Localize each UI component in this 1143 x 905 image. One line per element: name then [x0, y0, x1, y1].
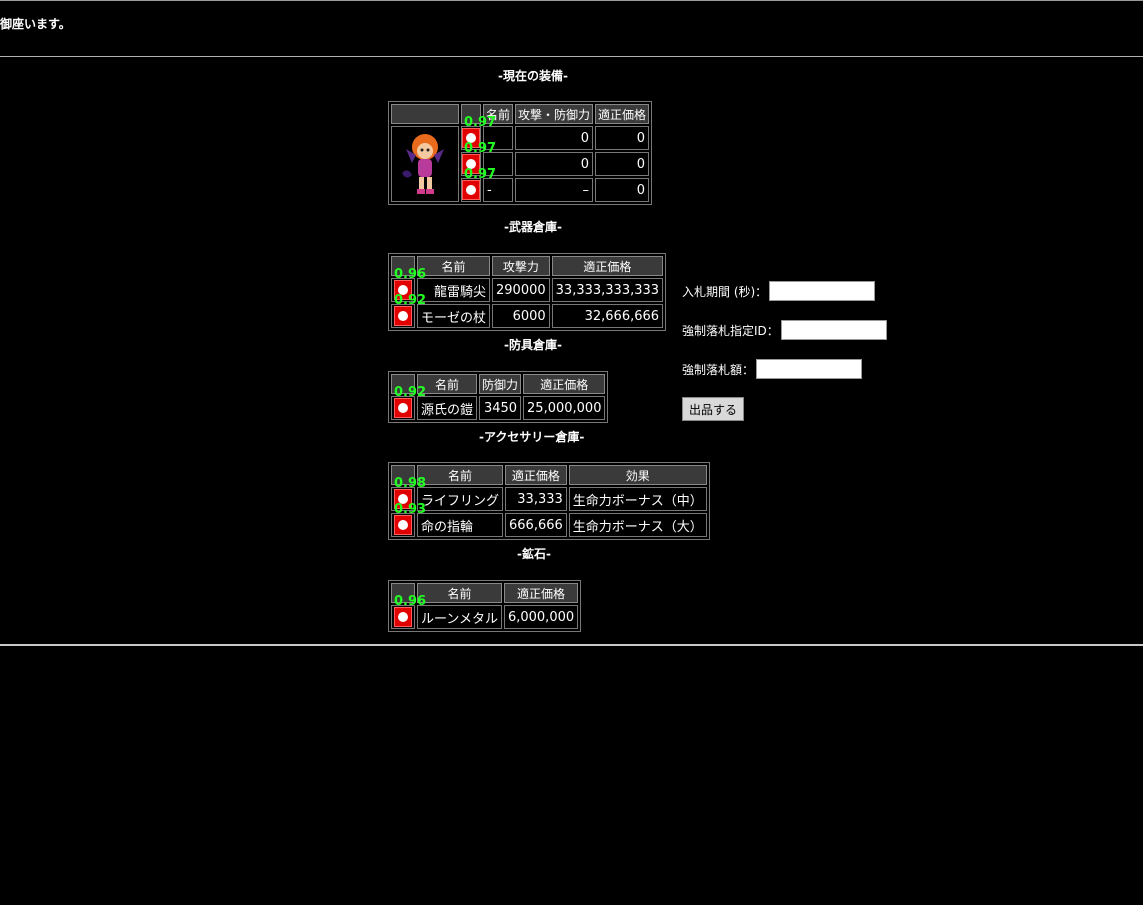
equip-power: 0: [515, 126, 594, 150]
col-price: 適正価格: [523, 374, 606, 394]
equip-price: 0: [595, 126, 650, 150]
armor-select-cell: 0.92: [391, 386, 426, 420]
col-price: 適正価格: [505, 465, 567, 485]
armor-price: 25,000,000: [523, 396, 606, 420]
equip-power: –: [515, 178, 594, 202]
col-power: 攻撃・防御力: [515, 104, 594, 124]
top-border: [0, 0, 1143, 1]
weapon-power: 290000: [492, 278, 550, 302]
separator-top: [0, 56, 1143, 57]
accessory-name: 命の指輪: [417, 513, 504, 537]
forced-amount-label: 強制落札額：: [682, 362, 755, 377]
equip-price: 0: [595, 178, 650, 202]
equip-price: 0: [595, 152, 650, 176]
col-name: 名前: [417, 583, 502, 603]
table-row: 0.93 命の指輪 666,666 生命力ボーナス（大）: [391, 503, 707, 537]
avatar-header: [391, 104, 459, 124]
accessory-radio-2[interactable]: [394, 515, 412, 535]
table-row: 0.96 龍雷騎尖 290000 33,333,333,333: [391, 268, 664, 302]
list-item-button[interactable]: 出品する: [682, 397, 745, 421]
character-sprite-icon: [402, 134, 444, 194]
weapon-name: モーゼの杖: [417, 304, 491, 328]
accessory-select-cell: 0.98: [391, 477, 426, 511]
table-row: 0.96 ルーンメタル 6,000,000: [391, 595, 579, 629]
weapon-power: 6000: [492, 304, 550, 328]
forced-id-row: 強制落札指定ID：: [682, 320, 887, 340]
weapon-select-cell: 0.92: [391, 294, 426, 328]
armor-table: 名前 防御力 適正価格 0.92 源氏の鎧 3450 25,000,000: [388, 371, 609, 423]
accessory-effect: 生命力ボーナス（大）: [568, 513, 707, 537]
header-message: 御座います。: [0, 17, 71, 31]
col-price: 適正価格: [551, 256, 664, 276]
accessories-table: 名前 適正価格 効果 0.98 ライフリング 33,333 生命力ボーナス（中）…: [388, 462, 710, 540]
col-effect: 効果: [568, 465, 707, 485]
col-name: 名前: [417, 465, 504, 485]
col-name: 名前: [417, 374, 478, 394]
table-row: 0.92 モーゼの杖 6000 32,666,666: [391, 294, 664, 328]
select-header: [391, 583, 415, 603]
ore-name: ルーンメタル: [417, 605, 502, 629]
select-header: [391, 374, 415, 394]
col-price: 適正価格: [503, 583, 579, 603]
ore-radio-1[interactable]: [394, 607, 412, 627]
weapon-radio-2[interactable]: [394, 306, 412, 326]
weapons-table: 名前 攻撃力 適正価格 0.96 龍雷騎尖 290000 33,333,333,…: [388, 253, 667, 331]
equip-name: [483, 152, 514, 176]
select-header: [391, 465, 415, 485]
avatar: [392, 127, 458, 201]
weapon-price: 33,333,333,333: [551, 278, 664, 302]
accessory-name: ライフリング: [417, 487, 504, 511]
select-header: [461, 104, 481, 124]
equip-radio-1[interactable]: [462, 128, 480, 148]
col-name: 名前: [417, 256, 491, 276]
table-row: 0.98 ライフリング 33,333 生命力ボーナス（中）: [391, 477, 707, 511]
col-name: 名前: [483, 104, 514, 124]
accessory-radio-1[interactable]: [394, 489, 412, 509]
col-power: 防御力: [479, 374, 522, 394]
equip-power: 0: [515, 152, 594, 176]
equip-name: -: [483, 178, 514, 202]
period-input[interactable]: [769, 281, 876, 301]
ore-table: 名前 適正価格 0.96 ルーンメタル 6,000,000: [388, 580, 582, 632]
weapon-name: 龍雷騎尖: [417, 278, 491, 302]
accessory-effect: 生命力ボーナス（中）: [568, 487, 707, 511]
weapons-title: -武器倉庫-: [504, 220, 562, 234]
forced-amount-row: 強制落札額：: [682, 359, 863, 379]
current-equipment-table: 名前 攻撃・防御力 適正価格 0.97 0 0 0.97 0 0 0.97 - …: [388, 101, 653, 205]
equip-select-cell: 0.97: [461, 116, 496, 150]
accessories-title: -アクセサリー倉庫-: [479, 430, 585, 444]
period-label: 入札期間 (秒)：: [682, 284, 768, 299]
armor-power: 3450: [479, 396, 522, 420]
armor-title: -防具倉庫-: [504, 338, 562, 352]
weapon-radio-1[interactable]: [394, 280, 412, 300]
current-equipment-title: -現在の装備-: [498, 69, 568, 83]
separator-bottom: [0, 644, 1143, 646]
table-row: 0.92 源氏の鎧 3450 25,000,000: [391, 386, 606, 420]
ore-title: -鉱石-: [517, 547, 551, 561]
equip-radio-2[interactable]: [462, 154, 480, 174]
col-power: 攻撃力: [492, 256, 550, 276]
ore-select-cell: 0.96: [391, 595, 426, 629]
equip-select-cell: 0.97: [461, 142, 496, 176]
period-row: 入札期間 (秒)：: [682, 281, 876, 301]
accessory-select-cell: 0.93: [391, 503, 426, 537]
col-price: 適正価格: [595, 104, 650, 124]
weapon-select-cell: 0.96: [391, 268, 426, 302]
ore-price: 6,000,000: [503, 605, 579, 629]
equip-name: [483, 126, 514, 150]
armor-name: 源氏の鎧: [417, 396, 478, 420]
weapon-price: 32,666,666: [551, 304, 664, 328]
equip-radio-3[interactable]: [462, 180, 480, 200]
select-header: [391, 256, 415, 276]
forced-id-label: 強制落札指定ID：: [682, 323, 779, 338]
armor-radio-1[interactable]: [394, 398, 412, 418]
equip-select-cell: 0.97: [461, 168, 496, 202]
avatar-cell: [391, 126, 459, 202]
accessory-price: 666,666: [505, 513, 567, 537]
forced-id-input[interactable]: [780, 320, 887, 340]
table-row: 0.97 0 0: [391, 116, 650, 202]
accessory-price: 33,333: [505, 487, 567, 511]
forced-amount-input[interactable]: [756, 359, 863, 379]
